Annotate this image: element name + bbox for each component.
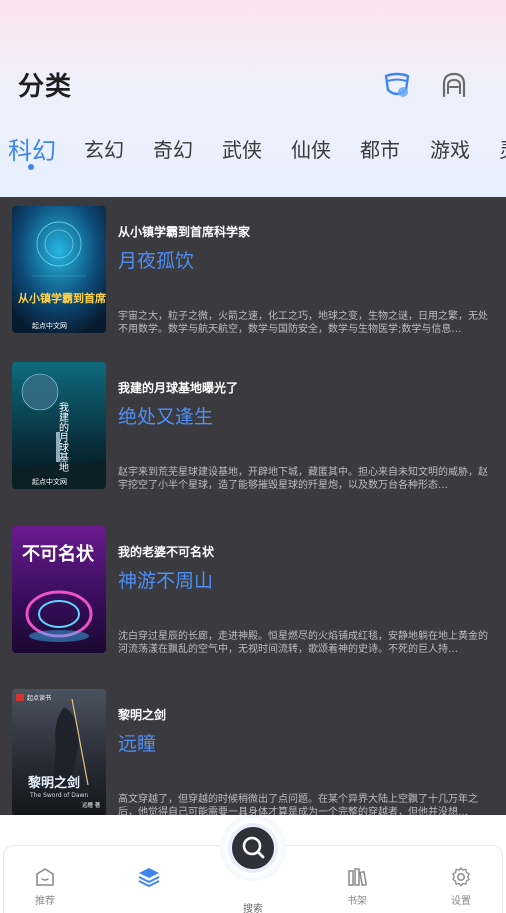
book-author[interactable]: 远瞳 [118, 729, 156, 756]
nav-label-search: 搜索 [243, 904, 263, 913]
mask-icon[interactable] [382, 70, 412, 100]
book-item[interactable]: 从小镇学霸到首席科学家 起点中文网 从小镇学霸到首席科学家 月夜孤饮 宇宙之大，… [0, 206, 506, 346]
category-tabs: 科幻 玄幻 奇幻 武侠 仙侠 都市 游戏 灵 [0, 128, 506, 172]
book-author[interactable]: 绝处又逢生 [118, 402, 213, 429]
book-author[interactable]: 月夜孤饮 [118, 246, 194, 273]
tab-game[interactable]: 游戏 [430, 134, 470, 163]
book-cover: 不可名状 [12, 526, 106, 653]
tab-xianxia[interactable]: 仙侠 [291, 134, 331, 163]
search-fab[interactable] [220, 815, 286, 881]
header: 分类 科幻 玄幻 奇幻 武侠 仙侠 都市 游戏 灵 [0, 0, 506, 197]
book-cover: 从小镇学霸到首席科学家 起点中文网 [12, 206, 106, 333]
bookshelf-icon [348, 868, 368, 887]
tab-xuanhuan[interactable]: 玄幻 [84, 134, 124, 163]
active-tab-indicator [28, 164, 34, 170]
tab-scifi[interactable]: 科幻 [8, 131, 56, 166]
book-description: 宇宙之大，粒子之微，火箭之速，化工之巧，地球之变，生物之谜，日用之繁，无处不用数… [118, 311, 488, 335]
nav-settings[interactable]: 设置 [431, 866, 491, 907]
svg-text:我建的月球基地: 我建的月球基地 [57, 402, 69, 472]
home-icon [36, 868, 54, 886]
layers-icon [138, 868, 160, 887]
nav-category[interactable] [119, 866, 179, 888]
book-description: 赵宇来到荒芜星球建设基地，开辟地下城，藏匿其中。担心来自未知文明的威胁，赵宇挖空… [118, 467, 488, 491]
book-list: 从小镇学霸到首席科学家 起点中文网 从小镇学霸到首席科学家 月夜孤饮 宇宙之大，… [0, 197, 506, 815]
book-title: 从小镇学霸到首席科学家 [118, 225, 251, 239]
book-item[interactable]: 不可名状 我的老婆不可名状 神游不周山 沈白穿过星辰的长廊，走进神殿。恒星燃尽的… [0, 526, 506, 666]
search-button[interactable] [228, 823, 278, 873]
nav-label: 设置 [451, 896, 471, 907]
svg-text:从小镇学霸到首席科学家: 从小镇学霸到首席科学家 [18, 291, 106, 305]
book-description: 沈白穿过星辰的长廊，走进神殿。恒星燃尽的火焰铺成红毯，安静地躺在地上黄金的河流荡… [118, 631, 488, 655]
svg-text:不可名状: 不可名状 [22, 543, 95, 565]
tab-urban[interactable]: 都市 [360, 134, 400, 163]
page-title: 分类 [18, 72, 73, 102]
book-title: 我建的月球基地曝光了 [118, 381, 239, 395]
nav-recommend[interactable]: 推荐 [15, 866, 75, 907]
book-author[interactable]: 神游不周山 [118, 566, 213, 593]
book-item[interactable]: 我建的月球基地 起点中文网 我建的月球基地曝光了 绝处又逢生 赵宇来到荒芜星球建… [0, 362, 506, 502]
search-icon [242, 836, 265, 859]
nav-label: 推荐 [35, 896, 55, 907]
gear-icon [452, 867, 470, 887]
svg-text:黎明之剑: 黎明之剑 [28, 775, 80, 791]
nav-label: 书架 [347, 896, 367, 907]
svg-text:起点中文网: 起点中文网 [32, 477, 67, 486]
tab-wuxia[interactable]: 武侠 [222, 134, 262, 163]
hood-icon[interactable] [439, 70, 469, 100]
svg-text:起点中文网: 起点中文网 [32, 321, 67, 330]
tab-fantasy[interactable]: 奇幻 [153, 134, 193, 163]
tab-more[interactable]: 灵 [499, 134, 506, 163]
bottom-navigation: 推荐 书架 设置 搜索 [0, 815, 506, 913]
book-title: 黎明之剑 [118, 708, 167, 722]
book-description: 高文穿越了，但穿越的时候稍微出了点问题。在某个异界大陆上空飘了十几万年之后，他觉… [118, 794, 478, 815]
book-item[interactable]: 起点读书 黎明之剑 The Sword of Dawn 远瞳 著 黎明之剑 远瞳… [0, 689, 506, 815]
book-cover: 我建的月球基地 起点中文网 [12, 362, 106, 489]
book-title: 我的老婆不可名状 [118, 545, 215, 559]
book-cover: 起点读书 黎明之剑 The Sword of Dawn 远瞳 著 [12, 689, 106, 815]
svg-text:起点读书: 起点读书 [27, 694, 51, 702]
svg-text:The Sword of Dawn: The Sword of Dawn [29, 792, 88, 799]
svg-text:远瞳 著: 远瞳 著 [82, 801, 101, 809]
nav-bookshelf[interactable]: 书架 [327, 866, 387, 907]
